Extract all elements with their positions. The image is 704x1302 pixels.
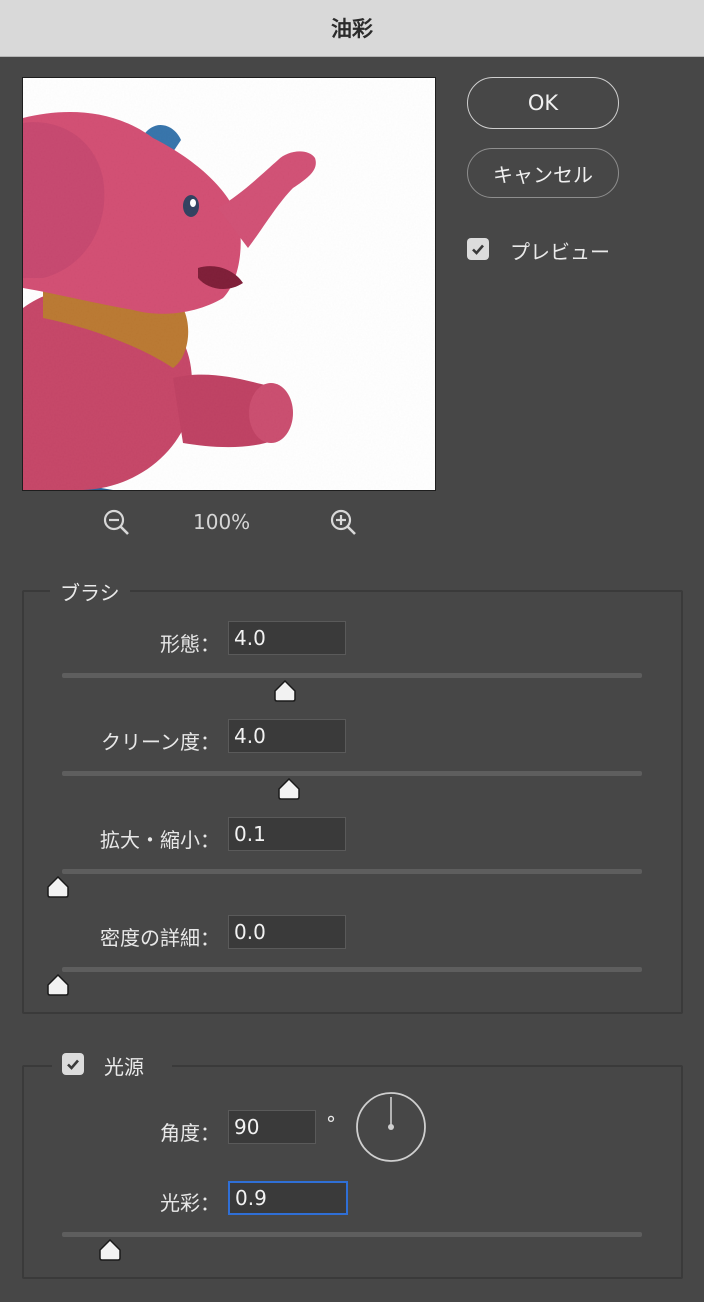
zoom-out-icon[interactable] — [102, 508, 132, 538]
window-title: 油彩 — [0, 0, 704, 57]
stylization-slider-thumb[interactable] — [273, 679, 297, 702]
shine-input[interactable]: 0.9 — [228, 1181, 348, 1215]
checkmark-icon — [472, 244, 484, 255]
angle-label: 角度： — [160, 1121, 220, 1145]
preview-label: プレビュー — [510, 240, 610, 264]
elephant-preview-art — [23, 78, 435, 490]
ok-button[interactable]: OK — [467, 77, 619, 129]
scale-slider-track[interactable] — [62, 869, 642, 874]
bristle-detail-label: 密度の詳細： — [100, 926, 220, 950]
cleanliness-slider-track[interactable] — [62, 771, 642, 776]
shine-slider-track[interactable] — [62, 1232, 642, 1237]
lighting-title: 光源 — [104, 1055, 144, 1079]
cancel-button[interactable]: キャンセル — [467, 148, 619, 198]
lighting-checkbox[interactable] — [62, 1053, 84, 1075]
cleanliness-label: クリーン度： — [101, 730, 220, 754]
cleanliness-input[interactable]: 4.0 — [228, 719, 346, 753]
bristle-detail-slider-track[interactable] — [62, 967, 642, 972]
brush-group-title: ブラシ — [50, 577, 130, 606]
scale-label: 拡大・縮小： — [100, 828, 220, 852]
scale-input[interactable]: 0.1 — [228, 817, 346, 851]
bristle-detail-input[interactable]: 0.0 — [228, 915, 346, 949]
angle-dial[interactable] — [355, 1091, 427, 1163]
scale-slider-thumb[interactable] — [46, 875, 70, 898]
degree-unit: ° — [326, 1112, 336, 1136]
angle-input[interactable]: 90 — [228, 1110, 316, 1144]
checkmark-icon — [67, 1059, 79, 1070]
stylization-input[interactable]: 4.0 — [228, 621, 346, 655]
shine-slider-thumb[interactable] — [98, 1238, 122, 1261]
shine-label: 光彩： — [160, 1191, 220, 1215]
cleanliness-slider-thumb[interactable] — [277, 777, 301, 800]
stylization-label: 形態： — [160, 632, 220, 656]
zoom-level: 100% — [193, 510, 251, 534]
bristle-detail-slider-thumb[interactable] — [46, 973, 70, 996]
zoom-in-icon[interactable] — [329, 508, 359, 538]
stylization-slider-track[interactable] — [62, 673, 642, 678]
preview-image[interactable] — [22, 77, 436, 491]
preview-checkbox[interactable] — [467, 238, 489, 260]
